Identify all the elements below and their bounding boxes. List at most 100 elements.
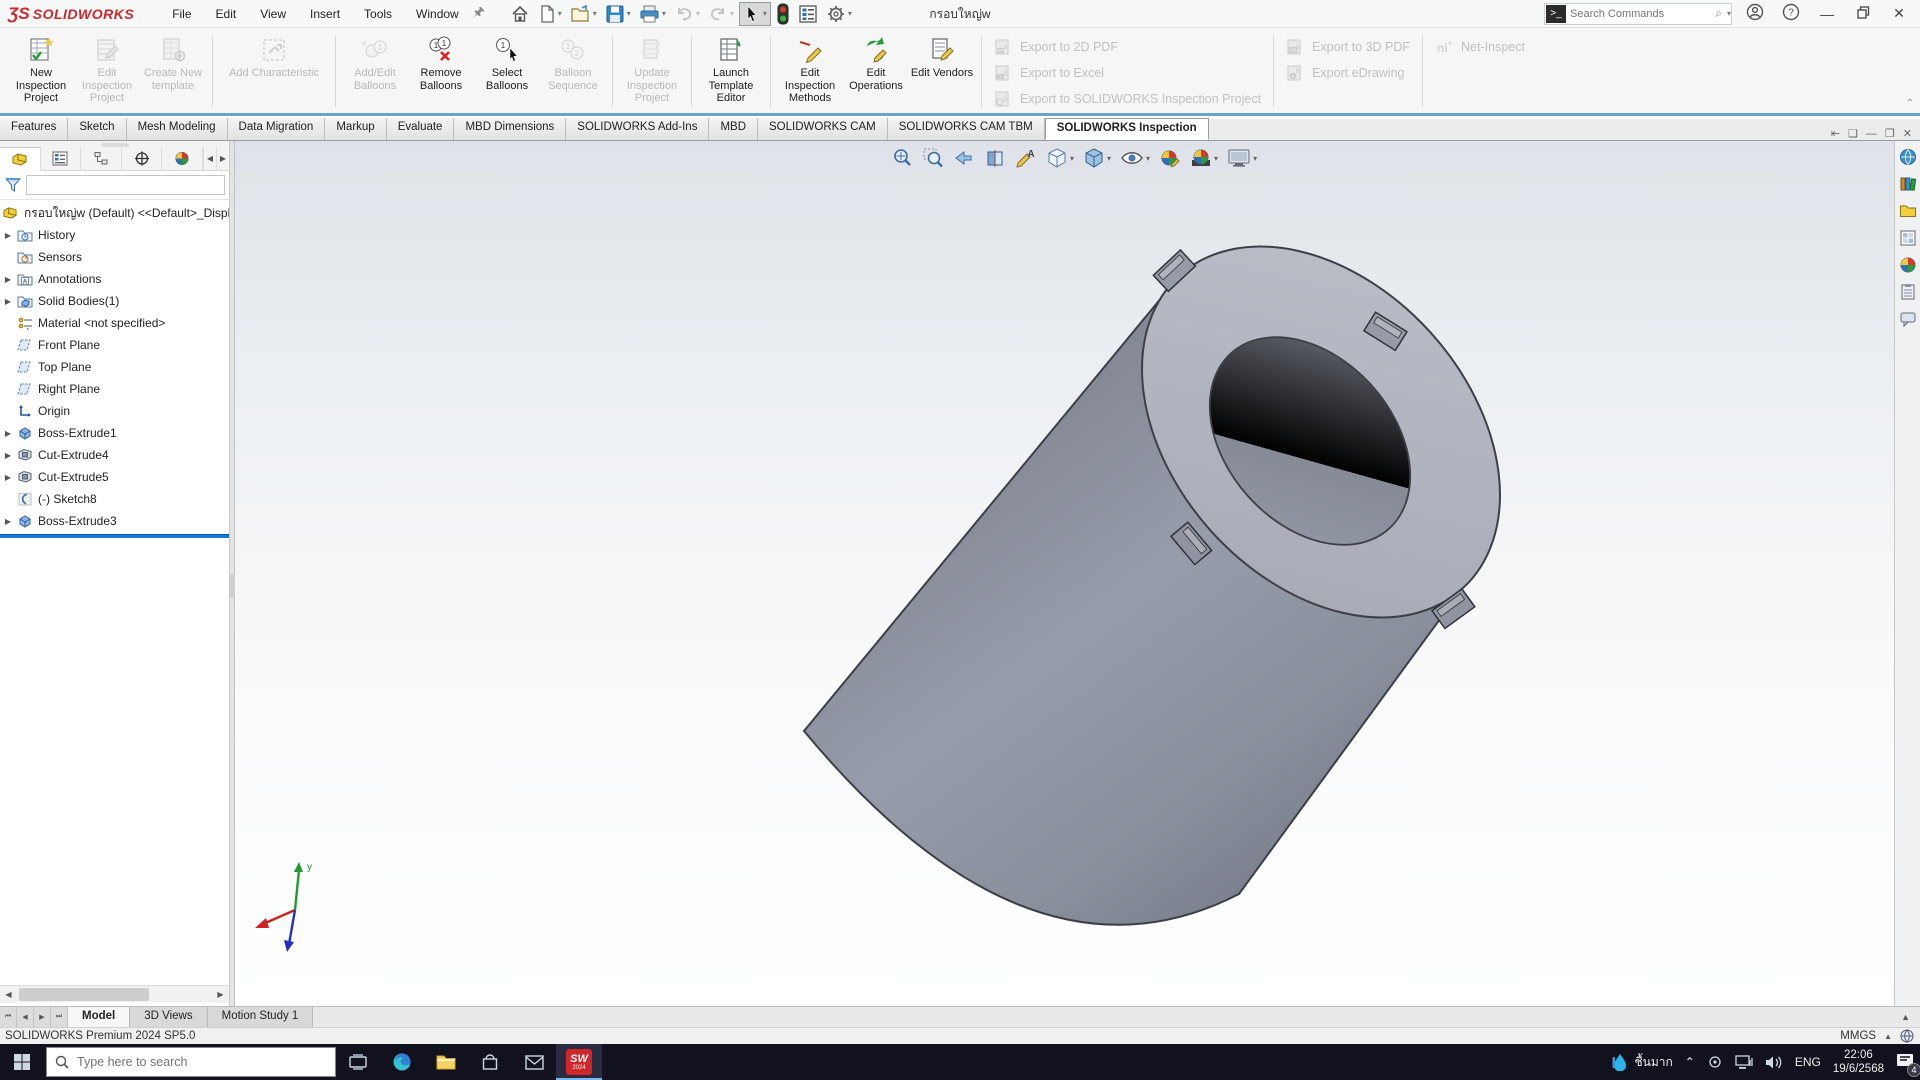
properties-pane-button[interactable] <box>795 2 821 26</box>
expand-arrow-icon[interactable]: ▶ <box>0 429 16 438</box>
zoom-area-button[interactable] <box>921 146 945 170</box>
tree-item-material[interactable]: Material <not specified> <box>0 312 229 334</box>
tab-motion-study[interactable]: Motion Study 1 <box>208 1007 314 1027</box>
scroll-right-arrow-icon[interactable]: ▶ <box>212 986 229 1003</box>
store-button[interactable] <box>468 1044 512 1080</box>
doc-close-button[interactable]: ✕ <box>1903 127 1912 140</box>
help-button[interactable]: ? <box>1778 3 1804 24</box>
menu-tools[interactable]: Tools <box>352 3 404 25</box>
options-button[interactable]: ▾ <box>823 2 855 26</box>
display-style-button[interactable]: ▾ <box>1082 146 1112 170</box>
tree-item-boss-extrude3[interactable]: ▶ Boss-Extrude3 <box>0 510 229 532</box>
tab-mbd[interactable]: MBD <box>709 118 758 140</box>
edit-operations-button[interactable]: Edit Operations <box>843 32 909 92</box>
ribbon-collapse-chevron[interactable]: ⌃ <box>1906 98 1914 109</box>
rebuild-button[interactable] <box>773 2 793 26</box>
search-icon[interactable]: ⌕ <box>1715 6 1722 21</box>
propertymanager-tab[interactable] <box>41 147 82 171</box>
tab-nav-last[interactable]: ⏭ <box>51 1007 68 1027</box>
undo-button[interactable]: ▾ <box>671 2 703 26</box>
tray-app-icon[interactable] <box>1707 1054 1723 1070</box>
tree-item-right-plane[interactable]: Right Plane <box>0 378 229 400</box>
solidworks-forum-tab[interactable] <box>1898 309 1918 329</box>
tab-sketch[interactable]: Sketch <box>68 118 126 140</box>
export-inspection-project-button[interactable]: Export to SOLIDWORKS Inspection Project <box>994 90 1261 108</box>
file-explorer-button[interactable] <box>424 1044 468 1080</box>
panel-tabs-scroll-right[interactable]: ▶ <box>216 147 229 171</box>
clock[interactable]: 22:06 19/6/2568 <box>1833 1048 1884 1077</box>
web-help-globe-icon[interactable] <box>1900 1029 1914 1043</box>
tree-root[interactable]: กรอบใหญ่w (Default) <<Default>_Displ <box>0 202 229 224</box>
scrollbar-thumb[interactable] <box>19 988 149 1001</box>
tree-item-front-plane[interactable]: Front Plane <box>0 334 229 356</box>
tab-data-migration[interactable]: Data Migration <box>228 118 326 140</box>
edit-appearance-button[interactable] <box>1158 146 1182 170</box>
custom-properties-tab[interactable] <box>1898 282 1918 302</box>
taskbar-search-input[interactable] <box>77 1055 335 1069</box>
net-inspect-button[interactable]: niNet-Inspect <box>1435 38 1525 56</box>
resources-tab[interactable] <box>1898 147 1918 167</box>
dimxpertmanager-tab[interactable] <box>122 147 163 171</box>
units-selector[interactable]: MMGS <box>1840 1030 1876 1042</box>
previous-view-button[interactable] <box>952 146 976 170</box>
export-2d-pdf-button[interactable]: PDFExport to 2D PDF <box>994 38 1261 56</box>
file-explorer-tab[interactable] <box>1898 201 1918 221</box>
panel-horizontal-scrollbar[interactable]: ◀ ▶ <box>0 985 229 1002</box>
pane-dock-icon[interactable]: ⇤ <box>1831 127 1840 140</box>
restore-button[interactable] <box>1850 6 1876 22</box>
tree-item-sketch8[interactable]: (-) Sketch8 <box>0 488 229 510</box>
pane-split-icon[interactable]: ❏ <box>1848 127 1858 140</box>
new-inspection-project-button[interactable]: New Inspection Project <box>8 32 74 105</box>
tab-evaluate[interactable]: Evaluate <box>387 118 455 140</box>
expand-arrow-icon[interactable]: ▶ <box>0 297 16 306</box>
launch-template-editor-button[interactable]: Launch Template Editor <box>698 32 764 105</box>
task-view-button[interactable] <box>336 1044 380 1080</box>
tab-3d-views[interactable]: 3D Views <box>130 1007 207 1027</box>
edit-vendors-button[interactable]: Edit Vendors <box>909 32 975 80</box>
graphics-viewport[interactable]: A ▾ ▾ ▾ ▾ ▾ y <box>235 141 1894 1006</box>
export-excel-button[interactable]: XExport to Excel <box>994 64 1261 82</box>
save-button[interactable]: ▾ <box>602 2 634 26</box>
language-indicator[interactable]: ENG <box>1795 1055 1821 1069</box>
tree-filter-input[interactable] <box>26 175 225 195</box>
filter-funnel-icon[interactable] <box>4 176 22 194</box>
hidden-icons-chevron[interactable]: ⌃ <box>1685 1055 1695 1069</box>
pin-menu-icon[interactable]: 🖈 <box>473 3 485 25</box>
view-palette-tab[interactable] <box>1898 228 1918 248</box>
tree-item-boss-extrude1[interactable]: ▶ Boss-Extrude1 <box>0 422 229 444</box>
edge-button[interactable] <box>380 1044 424 1080</box>
panel-tabs-scroll-left[interactable]: ◀ <box>203 147 216 171</box>
open-document-button[interactable]: ▾ <box>567 2 600 26</box>
close-button[interactable]: ✕ <box>1886 5 1912 22</box>
tab-nav-next[interactable]: ▶ <box>34 1007 51 1027</box>
add-characteristic-button[interactable]: Add Characteristic <box>219 32 329 80</box>
tree-item-cut-extrude5[interactable]: ▶ Cut-Extrude5 <box>0 466 229 488</box>
tab-features[interactable]: Features <box>0 118 68 140</box>
tab-nav-prev[interactable]: ◀ <box>17 1007 34 1027</box>
expand-arrow-icon[interactable]: ▶ <box>0 275 16 284</box>
apply-scene-button[interactable]: ▾ <box>1189 146 1219 170</box>
menu-window[interactable]: Window <box>404 3 471 25</box>
rollback-bar[interactable] <box>0 534 229 538</box>
start-button[interactable] <box>0 1044 44 1080</box>
view-settings-button[interactable]: ▾ <box>1226 146 1258 170</box>
home-button[interactable] <box>507 2 533 26</box>
search-caret-icon[interactable]: ▾ <box>1727 9 1731 18</box>
annotations-visibility-button[interactable]: A <box>1014 146 1038 170</box>
expand-arrow-icon[interactable]: ▶ <box>0 517 16 526</box>
tab-bar-expand-chevron[interactable]: ▲ <box>1901 1007 1920 1027</box>
expand-arrow-icon[interactable]: ▶ <box>0 451 16 460</box>
design-library-tab[interactable] <box>1898 174 1918 194</box>
appearances-tab[interactable] <box>1898 255 1918 275</box>
tab-model[interactable]: Model <box>68 1007 130 1027</box>
tab-solidworks-inspection[interactable]: SOLIDWORKS Inspection <box>1045 118 1209 140</box>
tab-mbd-dimensions[interactable]: MBD Dimensions <box>454 118 566 140</box>
units-caret-icon[interactable]: ▲ <box>1884 1032 1892 1041</box>
tree-item-origin[interactable]: Origin <box>0 400 229 422</box>
tab-markup[interactable]: Markup <box>325 118 386 140</box>
tab-solidworks-cam-tbm[interactable]: SOLIDWORKS CAM TBM <box>888 118 1045 140</box>
configurationmanager-tab[interactable] <box>81 147 122 171</box>
speaker-icon[interactable] <box>1765 1055 1783 1070</box>
expand-arrow-icon[interactable]: ▶ <box>0 231 16 240</box>
tree-item-history[interactable]: ▶ History <box>0 224 229 246</box>
